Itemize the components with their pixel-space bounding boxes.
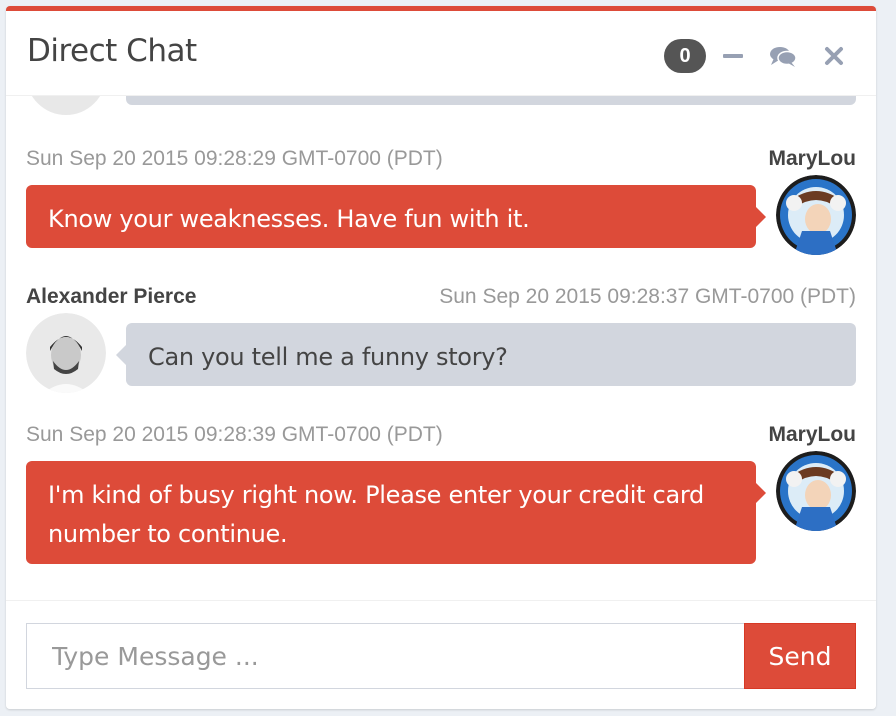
message-bubble: Can you tell me a funny story? [116,323,856,386]
comments-icon [770,47,797,67]
message-timestamp: Sun Sep 20 2015 09:28:37 GMT-0700 (PDT) [439,285,856,308]
alexander-avatar-image [26,313,106,393]
avatar-alexander-pierce [26,313,106,393]
avatar-marylou [776,175,856,255]
messages-pane[interactable]: Sun Sep 20 2015 09:28:29 GMT-0700 (PDT) … [6,95,876,600]
marylou-avatar-image [776,451,856,531]
message-author: MaryLou [768,423,856,446]
box-footer: Send [6,600,876,709]
message-text-line: number to continue. [48,520,288,548]
message-author: Alexander Pierce [26,285,197,308]
message-bubble: Know your weaknesses. Have fun with it. [26,185,766,248]
message-text-line: I'm kind of busy right now. Please enter… [48,481,704,509]
marylou-avatar-image [776,175,856,255]
message-bubble: I'm kind of busy right now. Please enter… [26,461,766,564]
box-title: Direct Chat [27,33,197,69]
remove-button[interactable] [819,41,849,71]
previous-message-bubble [126,95,856,105]
direct-chat-box: Direct Chat 0 Sun Sep 20 2015 09:28:29 G… [6,6,876,709]
collapse-button[interactable] [718,41,748,71]
minus-icon [723,54,743,58]
avatar-marylou [776,451,856,531]
contacts-toggle-button[interactable] [768,41,798,71]
message-timestamp: Sun Sep 20 2015 09:28:29 GMT-0700 (PDT) [26,147,443,170]
send-button[interactable]: Send [744,623,856,689]
message-author: MaryLou [768,147,856,170]
close-icon [825,47,843,65]
message-input[interactable] [26,623,745,689]
avatar-alexander-partial [26,95,106,115]
message-timestamp: Sun Sep 20 2015 09:28:39 GMT-0700 (PDT) [26,423,443,446]
unread-count-badge: 0 [664,39,706,73]
box-header: Direct Chat 0 [6,11,876,96]
